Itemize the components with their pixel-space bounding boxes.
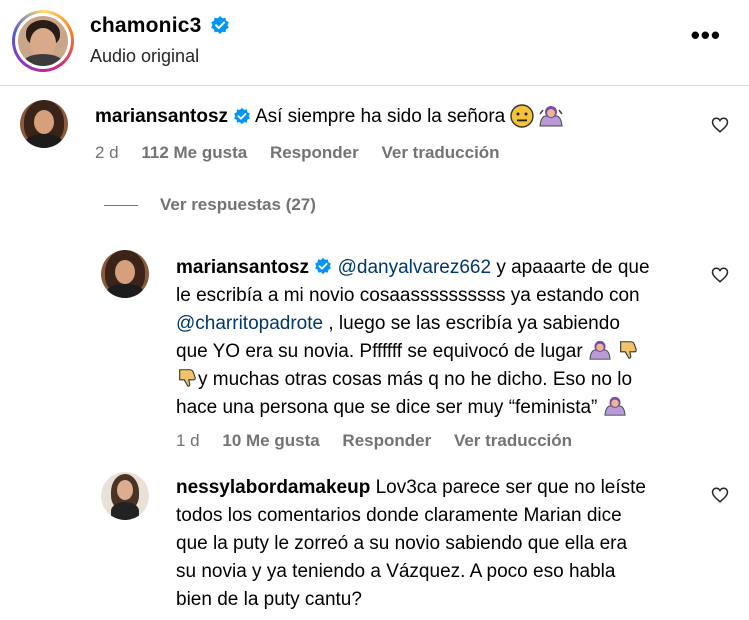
avatar[interactable] (101, 472, 149, 520)
comment-text: y apaaarte de que (491, 257, 650, 278)
avatar[interactable] (101, 250, 149, 298)
comment-text: , luego se las escribía ya sabiendo (323, 313, 620, 334)
verified-badge-icon (210, 15, 229, 34)
comment-text: y muchas otras cosas más q no he dicho. … (198, 369, 633, 390)
translate-button[interactable]: Ver traducción (454, 431, 572, 450)
translate-button[interactable]: Ver traducción (381, 143, 499, 162)
heart-outline-icon[interactable] (711, 116, 729, 134)
woman-shrugging-emoji-icon (539, 105, 563, 127)
woman-shrugging-emoji-icon (589, 340, 611, 360)
comment-username[interactable]: mariansantosz (176, 257, 309, 278)
avatar[interactable] (20, 100, 68, 148)
avatar (18, 16, 68, 66)
comment-text: todos los comentarios donde claramente M… (176, 505, 622, 526)
neutral-face-emoji-icon (510, 104, 534, 128)
verified-badge-icon (233, 107, 250, 124)
post-author-username[interactable]: chamonic3 (90, 14, 230, 38)
thumbs-down-emoji-icon (620, 341, 638, 359)
heart-outline-icon[interactable] (711, 266, 729, 284)
comment-time: 1 d (176, 431, 200, 450)
comment-text: le escribía a mi novio cosaassssssssss y… (176, 285, 640, 306)
audio-label[interactable]: Audio original (90, 46, 199, 67)
comment-username[interactable]: mariansantosz (95, 106, 228, 127)
post-header: chamonic3 Audio original ••• (0, 0, 749, 86)
mention-link[interactable]: @charritopadrote (176, 313, 323, 334)
verified-badge-icon (315, 257, 332, 275)
reply-button[interactable]: Responder (270, 143, 359, 162)
view-replies-button[interactable]: Ver respuestas (27) (104, 195, 316, 215)
comment-text: su novia y ya teniendo a Vázquez. A poco… (176, 561, 616, 582)
comment-text: que YO era su novia. Pffffff se equivocó… (176, 341, 583, 362)
comment: mariansantosz Así siempre ha sido la señ… (95, 103, 695, 131)
more-options-icon[interactable]: ••• (691, 22, 721, 48)
comment-time: 2 d (95, 143, 119, 162)
comment-meta: 2 d 112 Me gusta Responder Ver traducció… (95, 143, 518, 163)
mention-link[interactable]: @danyalvarez662 (338, 257, 491, 278)
thumbs-down-emoji-icon (179, 369, 196, 387)
replies-divider (104, 205, 138, 207)
story-ring-avatar[interactable] (12, 10, 74, 72)
comment-text: Así siempre ha sido la señora (254, 106, 506, 127)
woman-shrugging-emoji-icon (604, 396, 626, 416)
comment-text: bien de la puty cantu? (176, 589, 362, 610)
comment-text: que la puty le zorreó a su novio sabiend… (176, 533, 628, 554)
reply-comment: mariansantosz @danyalvarez662 y apaaarte… (176, 254, 706, 422)
heart-outline-icon[interactable] (711, 486, 729, 504)
likes-count[interactable]: 112 Me gusta (141, 143, 247, 162)
comment-text: Lov3ca parece ser que no leíste (370, 477, 646, 498)
likes-count[interactable]: 10 Me gusta (222, 431, 319, 450)
comment-meta: 1 d 10 Me gusta Responder Ver traducción (176, 431, 590, 451)
reply-comment: nessylabordamakeup Lov3ca parece ser que… (176, 474, 706, 614)
comment-username[interactable]: nessylabordamakeup (176, 477, 370, 498)
reply-button[interactable]: Responder (342, 431, 431, 450)
comment-text: hace una persona que se dice ser muy “fe… (176, 397, 598, 418)
